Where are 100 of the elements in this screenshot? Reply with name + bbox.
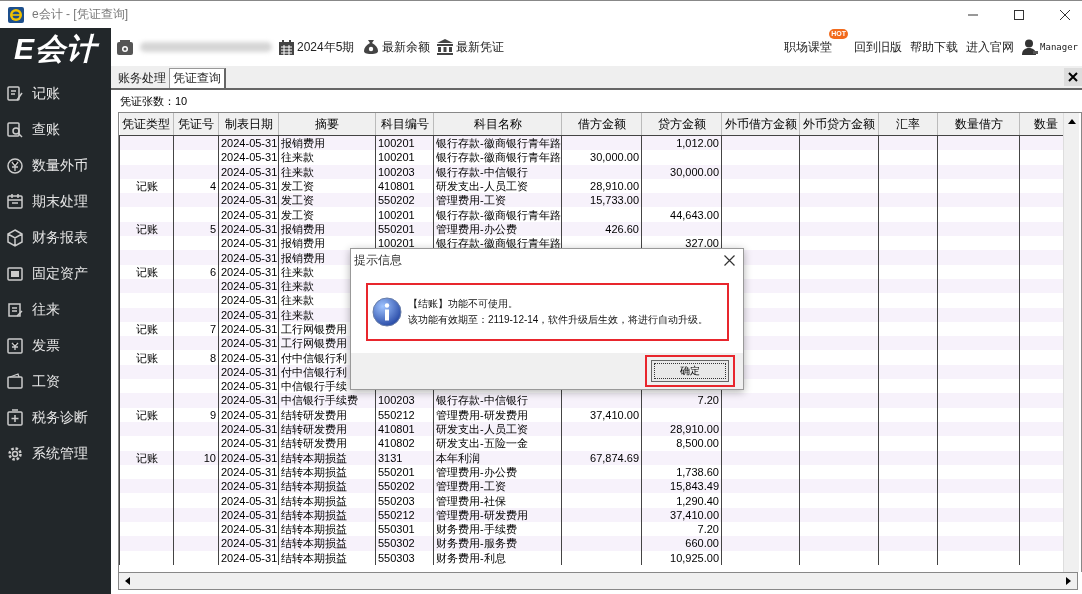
wallet-icon (6, 373, 24, 391)
right-arrow-icon[interactable] (1066, 577, 1071, 585)
invoice-icon (6, 337, 24, 355)
message-text: 【结账】功能不可使用。 (408, 297, 519, 311)
toolbar-button[interactable]: 最新余额 (361, 38, 433, 56)
table-cell: 研发支出-人员工资 (433, 421, 562, 437)
table-cell: 2024-05-31 (218, 293, 279, 308)
table-cell: 2024-05-31 (218, 450, 279, 465)
table-cell: 结转本期损益 (278, 479, 376, 494)
left-arrow-icon[interactable] (125, 577, 130, 585)
horizontal-scrollbar[interactable] (118, 572, 1078, 590)
table-cell: 2024-05-31 (218, 207, 279, 222)
table-cell: 记账 (119, 350, 174, 365)
table-cell: 426.60 (561, 221, 642, 237)
table-cell: 550201 (375, 221, 434, 237)
table-cell: 2024-05-31 (218, 421, 279, 437)
table-cell: 550302 (375, 536, 434, 551)
sidebar-item[interactable]: 发票 (0, 328, 111, 364)
maximize-icon (1014, 9, 1024, 20)
table-cell: 2024-05-31 (218, 493, 279, 508)
table-cell: 2024-05-31 (218, 536, 279, 551)
box-icon (6, 265, 24, 283)
column-header[interactable]: 凭证号 (173, 113, 219, 136)
table-cell: 10 (173, 450, 219, 465)
table-cell: 37,410.00 (561, 407, 642, 422)
column-header[interactable]: 外币借方金额 (721, 113, 800, 136)
sidebar-item[interactable]: 固定资产 (0, 256, 111, 292)
table-cell: 结转本期损益 (278, 507, 376, 522)
table-cell: 结转本期损益 (278, 493, 376, 508)
window-title: e会计 - [凭证查询] (32, 6, 128, 23)
table-cell: 2024-05-31 (218, 193, 279, 208)
vertical-scrollbar[interactable] (1063, 113, 1079, 572)
user-icon (1022, 39, 1039, 55)
table-cell: 管理费用-研发费用 (433, 407, 562, 422)
company-icon (117, 39, 133, 55)
tab[interactable]: 账务处理 (115, 68, 169, 88)
close-button[interactable] (722, 252, 737, 268)
sidebar-item[interactable]: 查账 (0, 112, 111, 148)
table-cell: 9 (173, 407, 219, 422)
list-icon (6, 301, 24, 319)
sidebar-item[interactable]: 往来 (0, 292, 111, 328)
column-header[interactable]: 凭证类型 (119, 113, 174, 136)
header-link[interactable]: 回到旧版 (854, 38, 903, 56)
sidebar-item[interactable]: 税务诊断 (0, 400, 111, 436)
table-cell: 410801 (375, 421, 434, 437)
table-cell: 8 (173, 350, 219, 365)
sidebar-item[interactable]: 数量外币 (0, 148, 111, 184)
table-cell: 管理费用-研发费用 (433, 507, 562, 522)
table-cell: 结转研发费用 (278, 421, 376, 437)
table-cell: 2024-05-31 (218, 479, 279, 494)
column-header[interactable]: 科目编号 (375, 113, 434, 136)
column-header[interactable]: 外币贷方金额 (799, 113, 879, 136)
table-cell: 550203 (375, 493, 434, 508)
table-cell: 28,910.00 (641, 421, 722, 437)
column-header[interactable]: 数量 (1019, 113, 1063, 136)
table-cell: 2024-05-31 (218, 307, 279, 322)
table-cell: 2024-05-31 (218, 393, 279, 408)
up-arrow-icon[interactable] (1067, 119, 1076, 124)
sidebar-item[interactable]: 记账 (0, 76, 111, 112)
table-cell: 100201 (375, 150, 434, 165)
column-header[interactable]: 贷方金额 (641, 113, 722, 136)
table-cell: 2024-05-31 (218, 221, 279, 237)
toolbar-button[interactable]: 最新凭证 (435, 38, 507, 56)
column-header[interactable]: 制表日期 (218, 113, 279, 136)
header-link[interactable]: 帮助下载 (910, 38, 959, 56)
table-cell: 2024-05-31 (218, 264, 279, 279)
column-header[interactable]: 汇率 (878, 113, 938, 136)
close-icon (1060, 9, 1070, 20)
table-cell: 2024-05-31 (218, 278, 279, 294)
user-menu[interactable]: Manager (1022, 39, 1078, 55)
table-cell: 结转本期损益 (278, 550, 376, 565)
table-cell: 2024-05-31 (218, 250, 279, 265)
header-link[interactable]: 进入官网 (966, 38, 1015, 56)
tab[interactable]: 凭证查询 (169, 68, 226, 88)
table-cell: 本年利润 (433, 450, 562, 465)
close-tab-button[interactable] (1064, 68, 1082, 86)
table-cell: 550303 (375, 550, 434, 565)
table-cell: 2024-05-31 (218, 150, 279, 165)
message-text: 该功能有效期至：2119-12-14，软件升级后生效，将进行自动升级。 (408, 313, 709, 327)
table-cell: 2024-05-31 (218, 550, 279, 565)
table-cell: 银行存款-徽商银行青年路 (433, 207, 562, 222)
calendar-icon (6, 193, 24, 211)
column-header[interactable]: 数量借方 (937, 113, 1020, 136)
ok-button[interactable]: 确定 (651, 360, 729, 382)
header-link[interactable]: 职场课堂 (784, 39, 833, 54)
table-cell: 银行存款-中信银行 (433, 164, 562, 179)
table-cell: 5 (173, 221, 219, 237)
sidebar-item[interactable]: 期末处理 (0, 184, 111, 220)
table-cell: 2024-05-31 (218, 164, 279, 179)
table-cell: 37,410.00 (641, 507, 722, 522)
table-cell: 67,874.69 (561, 450, 642, 465)
table-cell: 管理费用-办公费 (433, 221, 562, 237)
sidebar-item[interactable]: 工资 (0, 364, 111, 400)
column-header[interactable]: 科目名称 (433, 113, 562, 136)
sidebar-item[interactable]: 系统管理 (0, 436, 111, 472)
sidebar-item[interactable]: 财务报表 (0, 220, 111, 256)
column-header[interactable]: 摘要 (278, 113, 376, 136)
table-cell: 记账 (119, 450, 174, 465)
table-cell: 2024-05-31 (218, 436, 279, 451)
column-header[interactable]: 借方金额 (561, 113, 642, 136)
